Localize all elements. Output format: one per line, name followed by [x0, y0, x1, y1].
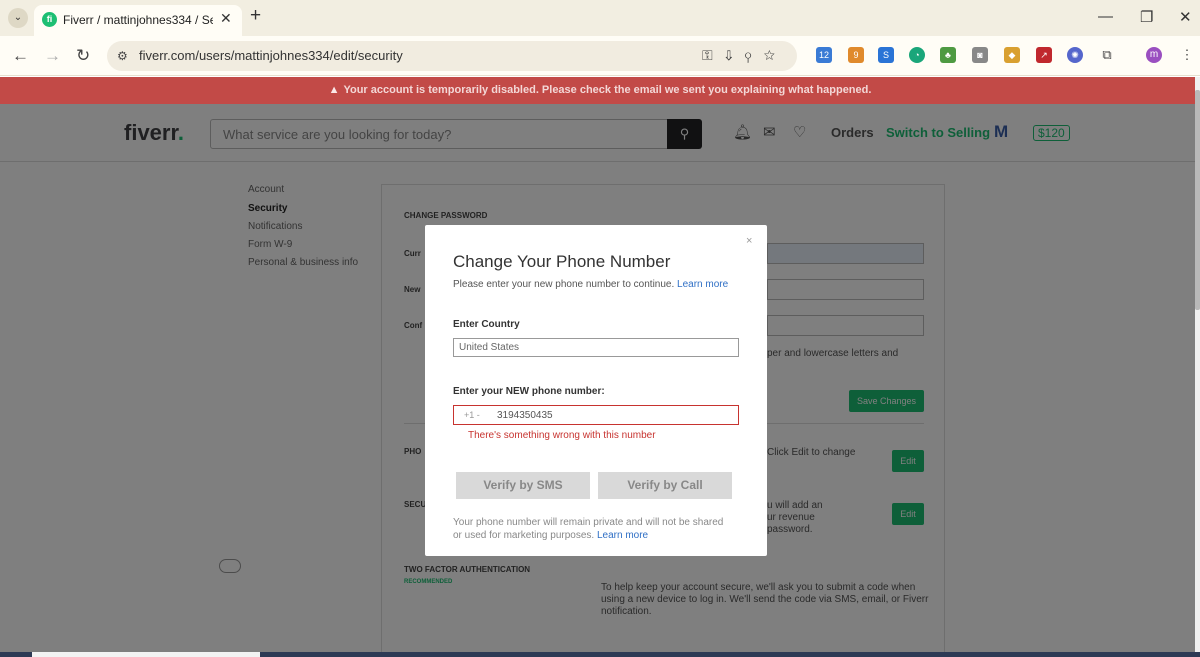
modal-close-icon[interactable]: ×: [746, 235, 752, 247]
address-bar[interactable]: ⚙ fiverr.com/users/mattinjohnes334/edit/…: [107, 41, 797, 71]
banner-text: Your account is temporarily disabled. Pl…: [343, 84, 872, 96]
taskbar-search-box[interactable]: [32, 652, 260, 657]
new-tab-icon[interactable]: +: [250, 5, 261, 27]
phone-number-input[interactable]: +1 - 3194350435: [453, 405, 739, 425]
extension-icon-8[interactable]: ↗: [1036, 47, 1052, 63]
tab-title: Fiverr / mattinjohnes334 / Secu: [63, 13, 213, 27]
footer-learn-more-link[interactable]: Learn more: [597, 530, 648, 541]
install-app-icon[interactable]: ⇩: [725, 47, 745, 63]
back-icon[interactable]: ←: [12, 46, 29, 66]
extension-icon-5[interactable]: ♣: [940, 47, 956, 63]
phone-number-label: Enter your NEW phone number:: [453, 386, 605, 397]
omnibox-actions: ⚿⇩⚲☆: [702, 47, 787, 64]
zoom-icon[interactable]: ⚲: [745, 47, 764, 63]
site-info-icon[interactable]: ⚙: [117, 49, 128, 63]
extension-icon-9[interactable]: ✺: [1067, 47, 1083, 63]
tab-close-icon[interactable]: ✕: [220, 10, 232, 27]
minimize-icon[interactable]: —: [1098, 8, 1113, 25]
modal-subtitle: Please enter your new phone number to co…: [453, 279, 729, 290]
browser-toolbar: ← → ↻ ⚙ fiverr.com/users/mattinjohnes334…: [0, 36, 1200, 76]
restore-icon[interactable]: ❐: [1140, 8, 1153, 26]
verify-by-call-button[interactable]: Verify by Call: [598, 472, 732, 499]
url-text[interactable]: fiverr.com/users/mattinjohnes334/edit/se…: [139, 48, 403, 63]
country-code-prefix: +1 -: [464, 410, 480, 420]
extension-icon-7[interactable]: ◆: [1004, 47, 1020, 63]
account-disabled-banner: ▲ Your account is temporarily disabled. P…: [0, 77, 1200, 104]
change-phone-modal: × Change Your Phone Number Please enter …: [425, 225, 767, 556]
privacy-footer: Your phone number will remain private an…: [453, 517, 724, 541]
scrollbar-thumb[interactable]: [1195, 90, 1200, 310]
country-label: Enter Country: [453, 319, 520, 330]
extension-icon-3[interactable]: S: [878, 47, 894, 63]
warning-icon: ▲: [328, 84, 340, 96]
password-key-icon[interactable]: ⚿: [702, 47, 725, 63]
window-close-icon[interactable]: ✕: [1179, 8, 1192, 26]
browser-tab[interactable]: fi Fiverr / mattinjohnes334 / Secu ✕: [34, 5, 242, 36]
learn-more-link[interactable]: Learn more: [677, 279, 728, 290]
phone-number-value[interactable]: 3194350435: [497, 410, 553, 421]
extension-icon-4[interactable]: ◔: [909, 47, 925, 63]
verify-by-sms-button[interactable]: Verify by SMS: [456, 472, 590, 499]
profile-avatar[interactable]: m: [1146, 47, 1162, 63]
fiverr-favicon-icon: fi: [42, 12, 57, 27]
camera-extension-icon[interactable]: ◙: [972, 47, 988, 63]
extension-icon-2[interactable]: 9: [848, 47, 864, 63]
phone-error-message: There's something wrong with this number: [468, 430, 656, 441]
extensions-puzzle-icon[interactable]: ⧉: [1099, 47, 1115, 63]
forward-icon[interactable]: →: [44, 46, 61, 66]
reload-icon[interactable]: ↻: [76, 46, 90, 66]
country-select[interactable]: United States: [453, 338, 739, 357]
browser-tab-bar: ⌄ fi Fiverr / mattinjohnes334 / Secu ✕ +…: [0, 0, 1200, 36]
bookmark-star-icon[interactable]: ☆: [764, 47, 787, 63]
tab-search-chevron-icon[interactable]: ⌄: [8, 8, 28, 28]
extension-icon-1[interactable]: 12: [816, 47, 832, 63]
modal-title: Change Your Phone Number: [453, 252, 671, 271]
browser-menu-icon[interactable]: ⋮: [1179, 47, 1195, 63]
